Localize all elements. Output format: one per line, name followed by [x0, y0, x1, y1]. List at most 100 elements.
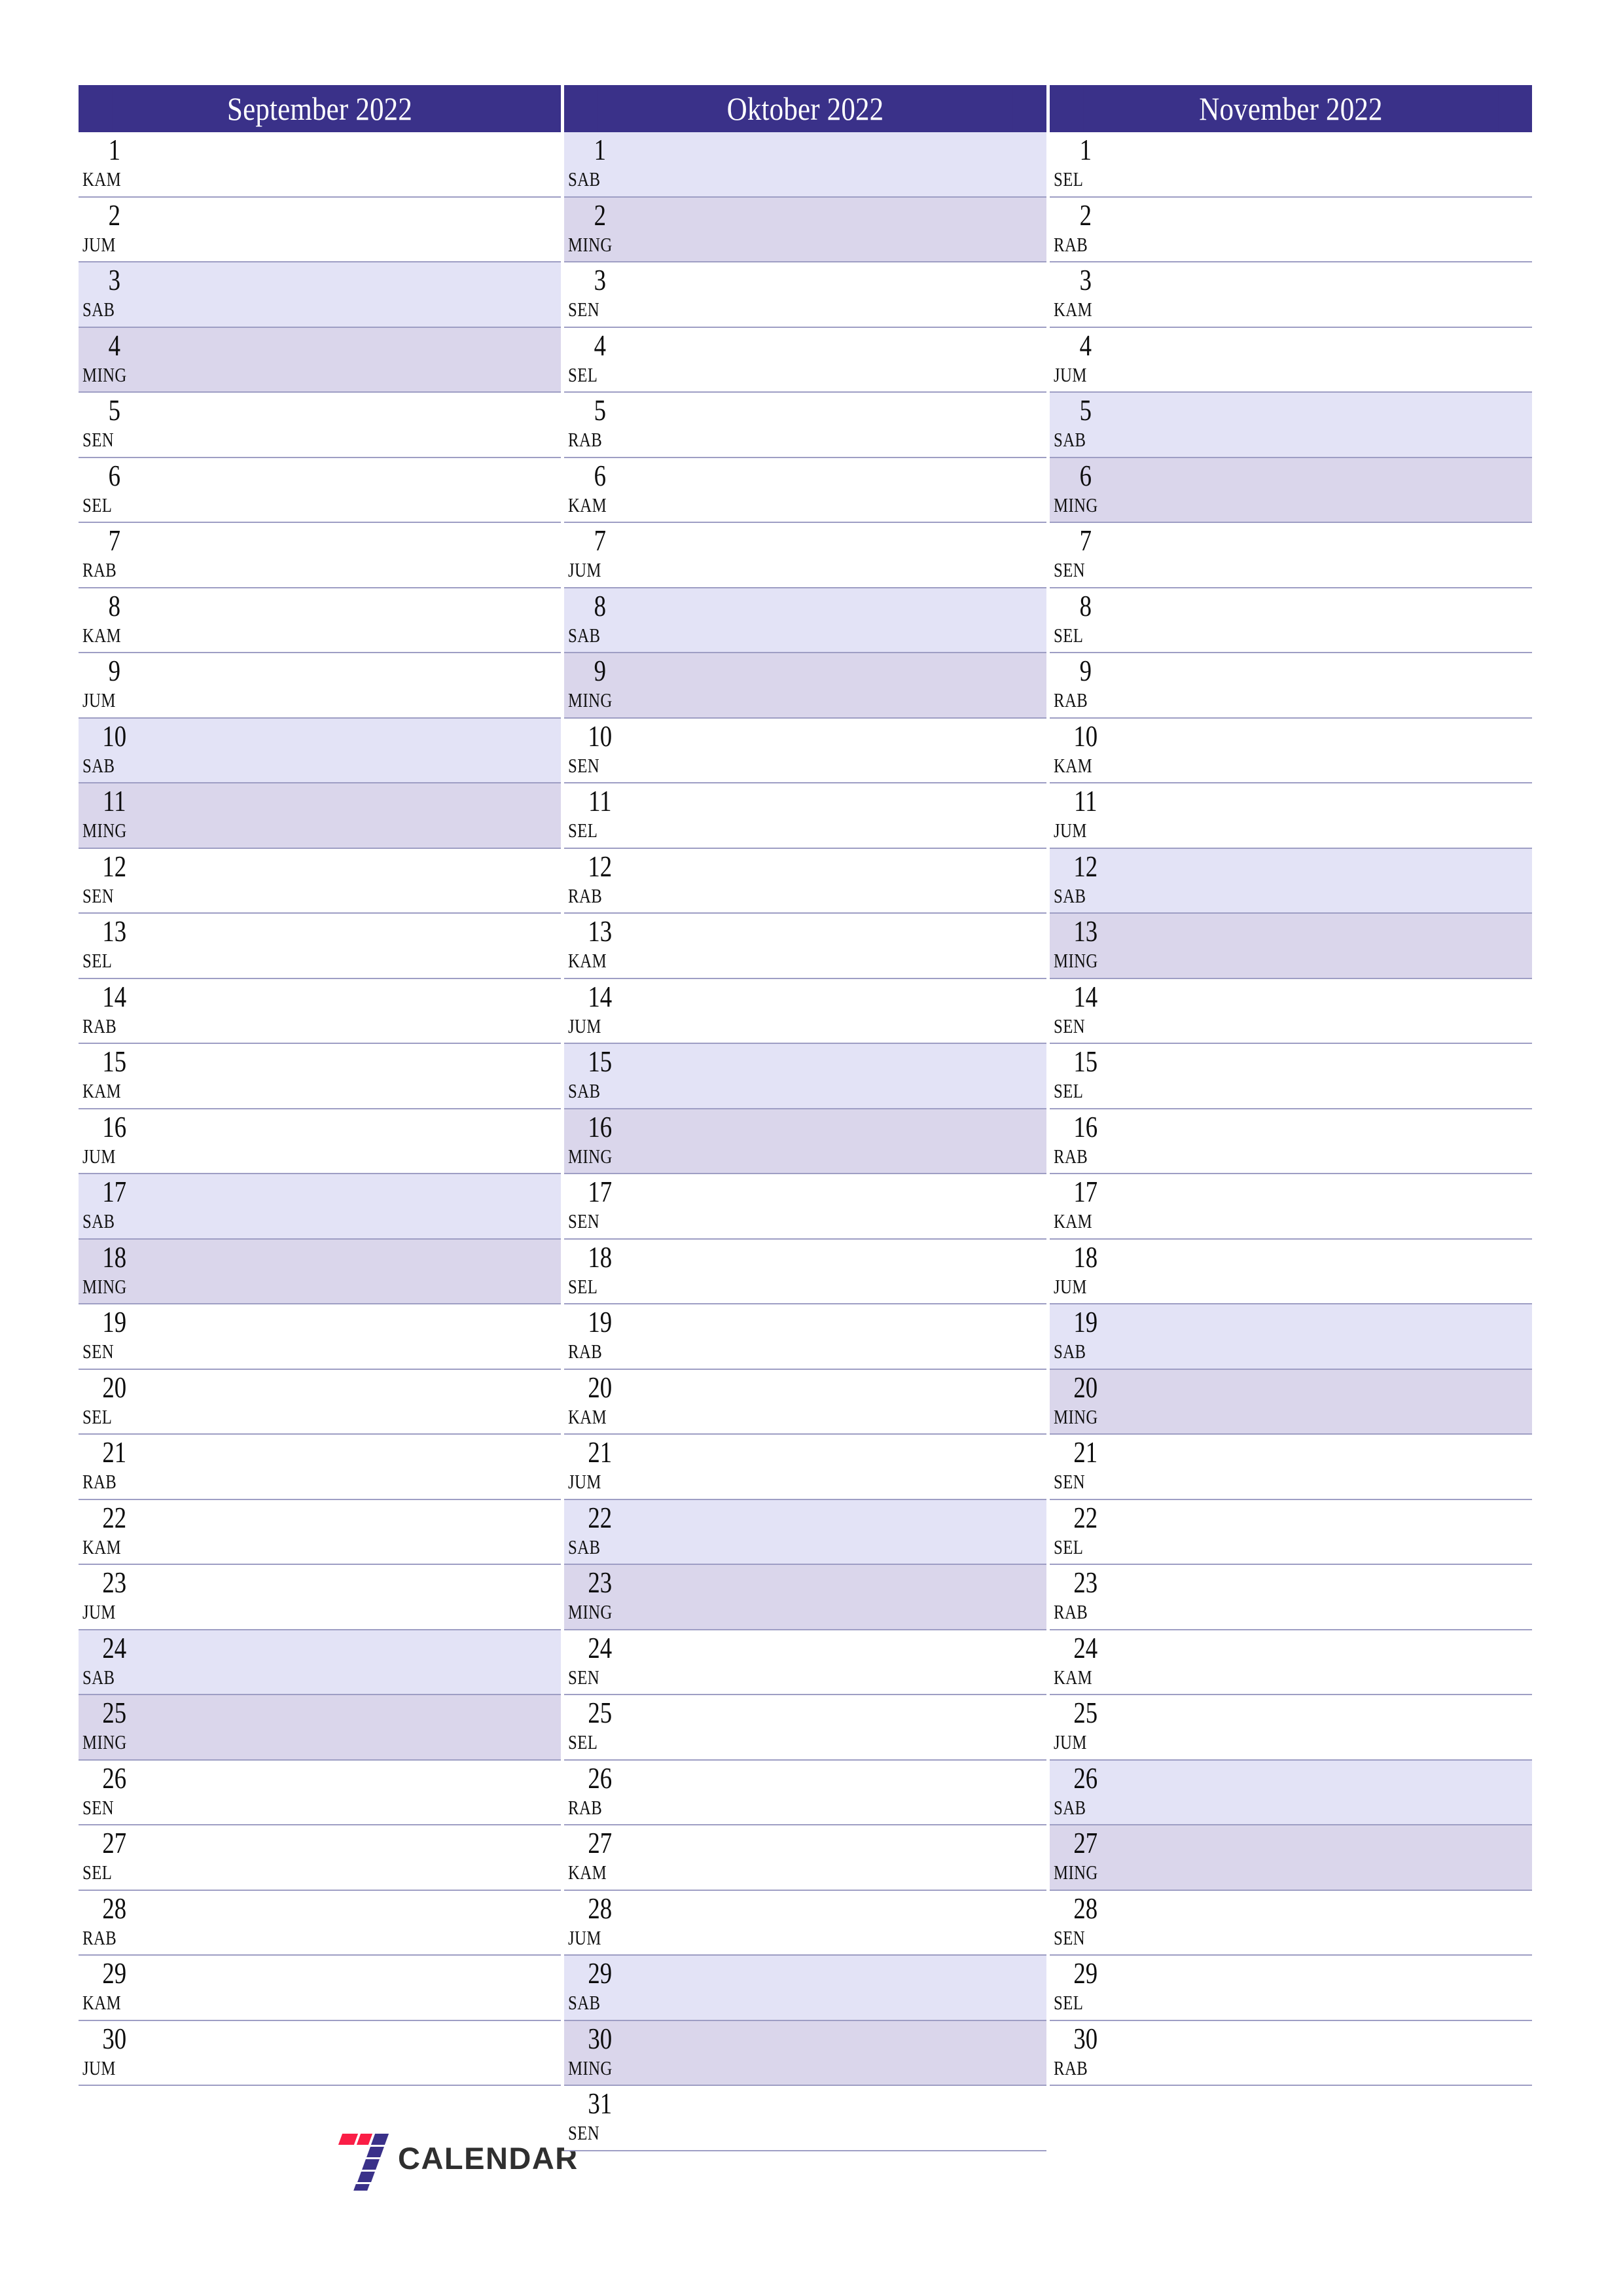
- day-number: 1: [1079, 133, 1092, 166]
- day-row[interactable]: 23 RAB: [1050, 1565, 1532, 1630]
- day-row[interactable]: 17 KAM: [1050, 1174, 1532, 1240]
- day-row[interactable]: 13 KAM: [564, 914, 1046, 979]
- day-row[interactable]: 1 KAM: [79, 132, 561, 198]
- day-row[interactable]: 28 JUM: [564, 1890, 1046, 1956]
- day-row[interactable]: 3 SAB: [79, 262, 561, 328]
- day-row[interactable]: 11 MING: [79, 783, 561, 849]
- day-row[interactable]: 7 SEN: [1050, 523, 1532, 588]
- day-row[interactable]: 25 MING: [79, 1695, 561, 1761]
- day-row[interactable]: 19 SAB: [1050, 1304, 1532, 1370]
- day-row[interactable]: 16 RAB: [1050, 1109, 1532, 1174]
- day-row[interactable]: 10 SAB: [79, 718, 561, 783]
- day-row[interactable]: 9 RAB: [1050, 653, 1532, 719]
- day-name: JUM: [82, 232, 116, 256]
- day-row[interactable]: 28 SEN: [1050, 1890, 1532, 1956]
- day-row[interactable]: 22 SAB: [564, 1499, 1046, 1565]
- day-row[interactable]: 29 KAM: [79, 1956, 561, 2021]
- day-row[interactable]: 21 SEN: [1050, 1435, 1532, 1500]
- day-row[interactable]: 8 KAM: [79, 588, 561, 653]
- day-row[interactable]: 15 SAB: [564, 1044, 1046, 1109]
- day-row[interactable]: 20 KAM: [564, 1369, 1046, 1435]
- day-row[interactable]: 29 SEL: [1050, 1956, 1532, 2021]
- day-row[interactable]: 30 MING: [564, 2020, 1046, 2086]
- day-row[interactable]: 24 KAM: [1050, 1630, 1532, 1695]
- day-row[interactable]: 4 MING: [79, 327, 561, 393]
- day-row[interactable]: 7 JUM: [564, 523, 1046, 588]
- day-row[interactable]: 15 KAM: [79, 1044, 561, 1109]
- day-row[interactable]: 6 SEL: [79, 457, 561, 523]
- day-row[interactable]: 6 KAM: [564, 457, 1046, 523]
- day-row[interactable]: 3 KAM: [1050, 262, 1532, 328]
- day-row[interactable]: 6 MING: [1050, 457, 1532, 523]
- day-row[interactable]: 8 SEL: [1050, 588, 1532, 653]
- day-row[interactable]: 27 MING: [1050, 1825, 1532, 1891]
- day-row[interactable]: 2 RAB: [1050, 197, 1532, 262]
- day-row[interactable]: 11 JUM: [1050, 783, 1532, 849]
- day-row[interactable]: 16 JUM: [79, 1109, 561, 1174]
- day-row[interactable]: 30 JUM: [79, 2020, 561, 2086]
- day-row[interactable]: 24 SEN: [564, 1630, 1046, 1695]
- day-row[interactable]: 26 SAB: [1050, 1760, 1532, 1825]
- day-row[interactable]: 20 SEL: [79, 1369, 561, 1435]
- day-row[interactable]: 18 JUM: [1050, 1239, 1532, 1304]
- day-row[interactable]: 22 SEL: [1050, 1499, 1532, 1565]
- day-row[interactable]: 29 SAB: [564, 1956, 1046, 2021]
- day-row[interactable]: 17 SAB: [79, 1174, 561, 1240]
- day-row[interactable]: 23 JUM: [79, 1565, 561, 1630]
- day-row[interactable]: 5 RAB: [564, 393, 1046, 458]
- day-row[interactable]: 26 SEN: [79, 1760, 561, 1825]
- day-row[interactable]: 7 RAB: [79, 523, 561, 588]
- day-name: KAM: [568, 949, 607, 972]
- day-row[interactable]: 17 SEN: [564, 1174, 1046, 1240]
- day-name: SEN: [82, 884, 115, 907]
- day-row[interactable]: 3 SEN: [564, 262, 1046, 328]
- day-name: SEL: [82, 1405, 113, 1428]
- day-row[interactable]: 13 SEL: [79, 914, 561, 979]
- day-number: 30: [1073, 2021, 1098, 2055]
- day-row[interactable]: 10 SEN: [564, 718, 1046, 783]
- day-row[interactable]: 18 MING: [79, 1239, 561, 1304]
- day-row[interactable]: 1 SEL: [1050, 132, 1532, 198]
- day-row[interactable]: 24 SAB: [79, 1630, 561, 1695]
- day-row[interactable]: 9 MING: [564, 653, 1046, 719]
- day-row[interactable]: 9 JUM: [79, 653, 561, 719]
- day-row[interactable]: 30 RAB: [1050, 2020, 1532, 2086]
- day-row[interactable]: 14 SEN: [1050, 978, 1532, 1044]
- day-row[interactable]: 19 RAB: [564, 1304, 1046, 1370]
- day-number: 11: [103, 784, 126, 817]
- day-row[interactable]: 28 RAB: [79, 1890, 561, 1956]
- day-row[interactable]: 25 JUM: [1050, 1695, 1532, 1761]
- day-row[interactable]: 27 SEL: [79, 1825, 561, 1891]
- day-row[interactable]: 14 RAB: [79, 978, 561, 1044]
- day-row[interactable]: 20 MING: [1050, 1369, 1532, 1435]
- day-row[interactable]: 18 SEL: [564, 1239, 1046, 1304]
- day-row[interactable]: 23 MING: [564, 1565, 1046, 1630]
- day-row[interactable]: 25 SEL: [564, 1695, 1046, 1761]
- day-row[interactable]: 19 SEN: [79, 1304, 561, 1370]
- day-row[interactable]: 31 SEN: [564, 2086, 1046, 2151]
- day-row[interactable]: 1 SAB: [564, 132, 1046, 198]
- day-row[interactable]: 2 MING: [564, 197, 1046, 262]
- day-row[interactable]: 5 SEN: [79, 393, 561, 458]
- day-row[interactable]: 27 KAM: [564, 1825, 1046, 1891]
- day-row[interactable]: 2 JUM: [79, 197, 561, 262]
- day-row[interactable]: 13 MING: [1050, 914, 1532, 979]
- day-name: KAM: [1054, 1210, 1093, 1232]
- day-row[interactable]: 16 MING: [564, 1109, 1046, 1174]
- day-row[interactable]: 22 KAM: [79, 1499, 561, 1565]
- day-row[interactable]: 10 KAM: [1050, 718, 1532, 783]
- day-row[interactable]: 8 SAB: [564, 588, 1046, 653]
- day-row[interactable]: 12 SAB: [1050, 848, 1532, 914]
- day-row[interactable]: 4 JUM: [1050, 327, 1532, 393]
- day-row[interactable]: 12 RAB: [564, 848, 1046, 914]
- day-row[interactable]: 21 RAB: [79, 1435, 561, 1500]
- day-row[interactable]: 11 SEL: [564, 783, 1046, 849]
- day-row[interactable]: 21 JUM: [564, 1435, 1046, 1500]
- day-number: 26: [102, 1761, 127, 1795]
- day-row[interactable]: 15 SEL: [1050, 1044, 1532, 1109]
- day-row[interactable]: 12 SEN: [79, 848, 561, 914]
- day-row[interactable]: 5 SAB: [1050, 393, 1532, 458]
- day-row[interactable]: 4 SEL: [564, 327, 1046, 393]
- day-row[interactable]: 26 RAB: [564, 1760, 1046, 1825]
- day-row[interactable]: 14 JUM: [564, 978, 1046, 1044]
